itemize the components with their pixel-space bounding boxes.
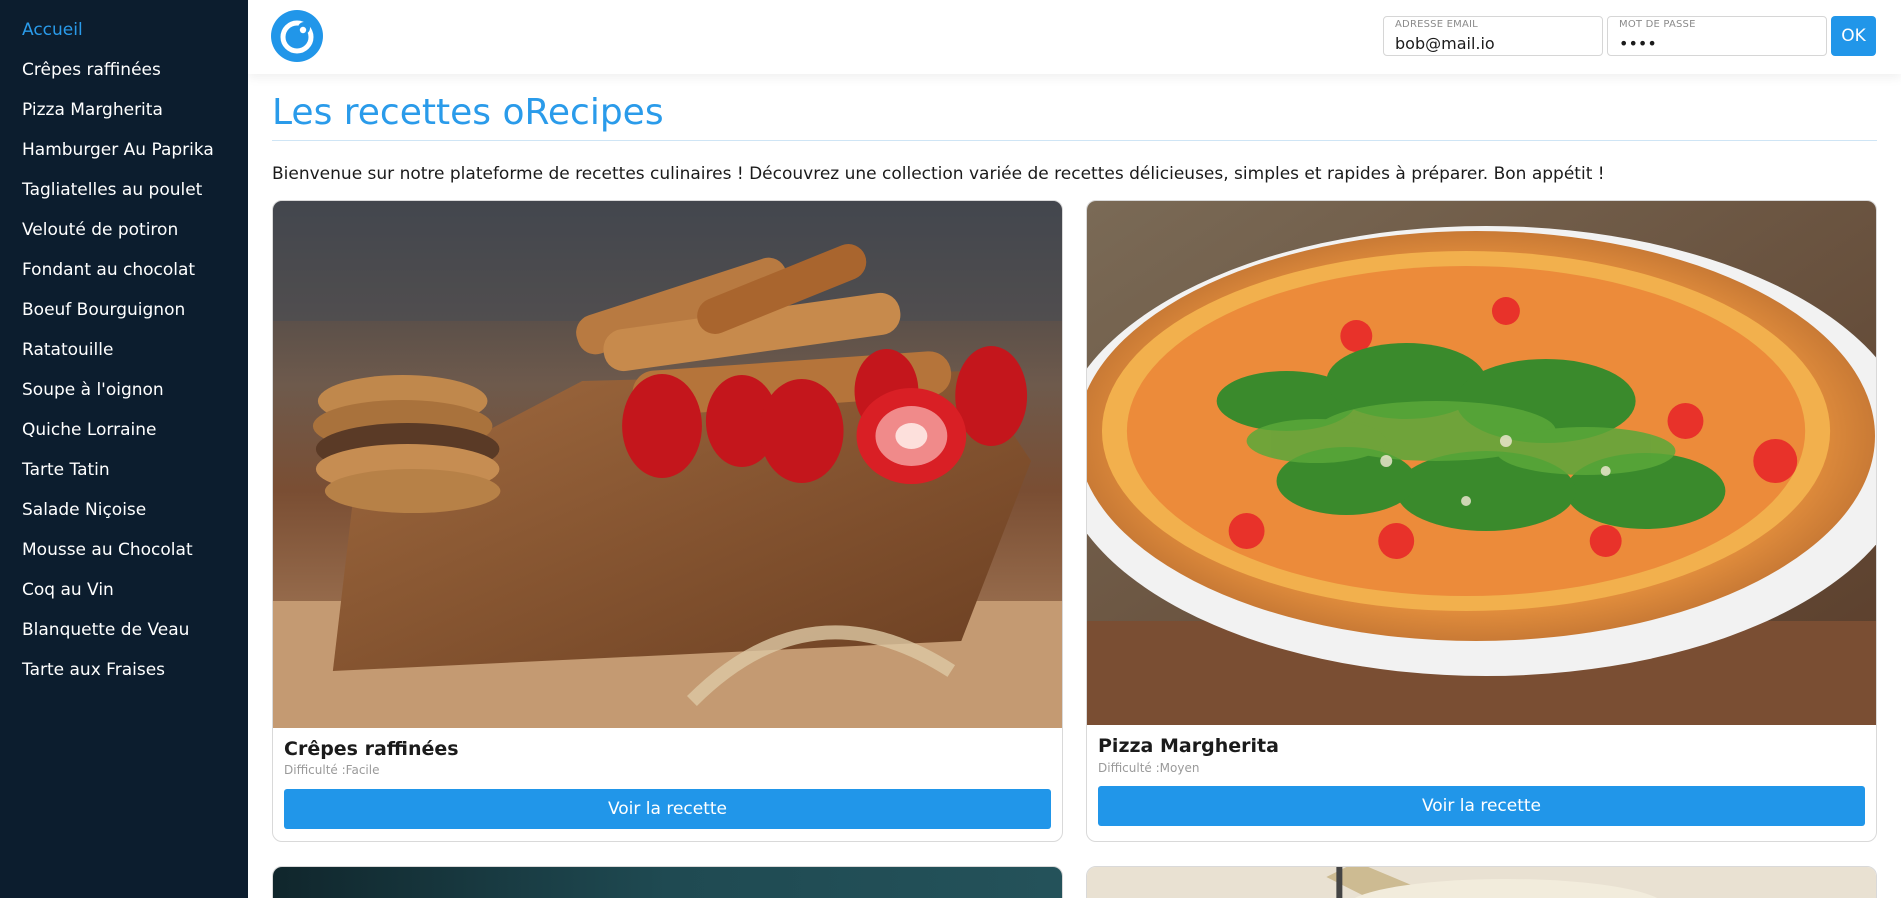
email-field[interactable]: ADRESSE EMAIL <box>1383 16 1603 56</box>
sidebar-item-recipe[interactable]: Velouté de potiron <box>0 210 248 250</box>
view-recipe-button[interactable]: Voir la recette <box>284 789 1051 829</box>
sidebar: Accueil Crêpes raffinées Pizza Margherita H… <box>0 0 248 898</box>
recipe-image[interactable] <box>1087 867 1876 898</box>
recipe-card-partial <box>272 866 1063 898</box>
email-label: ADRESSE EMAIL <box>1395 19 1478 30</box>
password-field[interactable]: MOT DE PASSE <box>1607 16 1827 56</box>
sidebar-item-home[interactable]: Accueil <box>0 10 248 50</box>
recipe-image[interactable] <box>273 867 1062 898</box>
sidebar-nav: Accueil Crêpes raffinées Pizza Margherita H… <box>0 0 248 690</box>
content: Les recettes oRecipes Bienvenue sur notr… <box>272 74 1877 898</box>
sidebar-item-recipe[interactable]: Boeuf Bourguignon <box>0 290 248 330</box>
main-area: ADRESSE EMAIL MOT DE PASSE OK Les recett… <box>248 0 1901 898</box>
sidebar-item-recipe[interactable]: Mousse au Chocolat <box>0 530 248 570</box>
email-input[interactable] <box>1395 34 1590 53</box>
orecipes-logo-icon[interactable] <box>271 10 323 62</box>
login-submit-button[interactable]: OK <box>1831 16 1876 56</box>
sidebar-item-recipe[interactable]: Ratatouille <box>0 330 248 370</box>
sidebar-item-recipe[interactable]: Soupe à l'oignon <box>0 370 248 410</box>
crepes-image[interactable] <box>273 201 1062 728</box>
sidebar-item-recipe[interactable]: Hamburger Au Paprika <box>0 130 248 170</box>
sidebar-item-recipe[interactable]: Tarte Tatin <box>0 450 248 490</box>
recipe-title: Crêpes raffinées <box>284 738 459 760</box>
sidebar-item-recipe[interactable]: Blanquette de Veau <box>0 610 248 650</box>
title-divider <box>272 140 1877 141</box>
sidebar-item-recipe[interactable]: Tagliatelles au poulet <box>0 170 248 210</box>
recipe-difficulty: Difficulté :Moyen <box>1098 761 1200 775</box>
sidebar-item-recipe[interactable]: Quiche Lorraine <box>0 410 248 450</box>
sidebar-item-recipe[interactable]: Fondant au chocolat <box>0 250 248 290</box>
sidebar-item-recipe[interactable]: Crêpes raffinées <box>0 50 248 90</box>
top-bar: ADRESSE EMAIL MOT DE PASSE OK <box>248 0 1901 74</box>
recipe-title: Pizza Margherita <box>1098 735 1279 757</box>
intro-text: Bienvenue sur notre plateforme de recett… <box>272 164 1605 184</box>
sidebar-item-recipe[interactable]: Coq au Vin <box>0 570 248 610</box>
pizza-image[interactable] <box>1087 201 1876 725</box>
sidebar-item-recipe[interactable]: Salade Niçoise <box>0 490 248 530</box>
recipe-difficulty: Difficulté :Facile <box>284 763 380 777</box>
page-title: Les recettes oRecipes <box>272 92 664 133</box>
password-input[interactable] <box>1619 34 1814 53</box>
sidebar-item-recipe[interactable]: Tarte aux Fraises <box>0 650 248 690</box>
password-label: MOT DE PASSE <box>1619 19 1696 30</box>
recipe-card-crepes: Crêpes raffinées Difficulté :Facile Voir… <box>272 200 1063 842</box>
recipe-card-partial <box>1086 866 1877 898</box>
recipe-card-pizza: Pizza Margherita Difficulté :Moyen Voir … <box>1086 200 1877 842</box>
view-recipe-button[interactable]: Voir la recette <box>1098 786 1865 826</box>
sidebar-item-recipe[interactable]: Pizza Margherita <box>0 90 248 130</box>
